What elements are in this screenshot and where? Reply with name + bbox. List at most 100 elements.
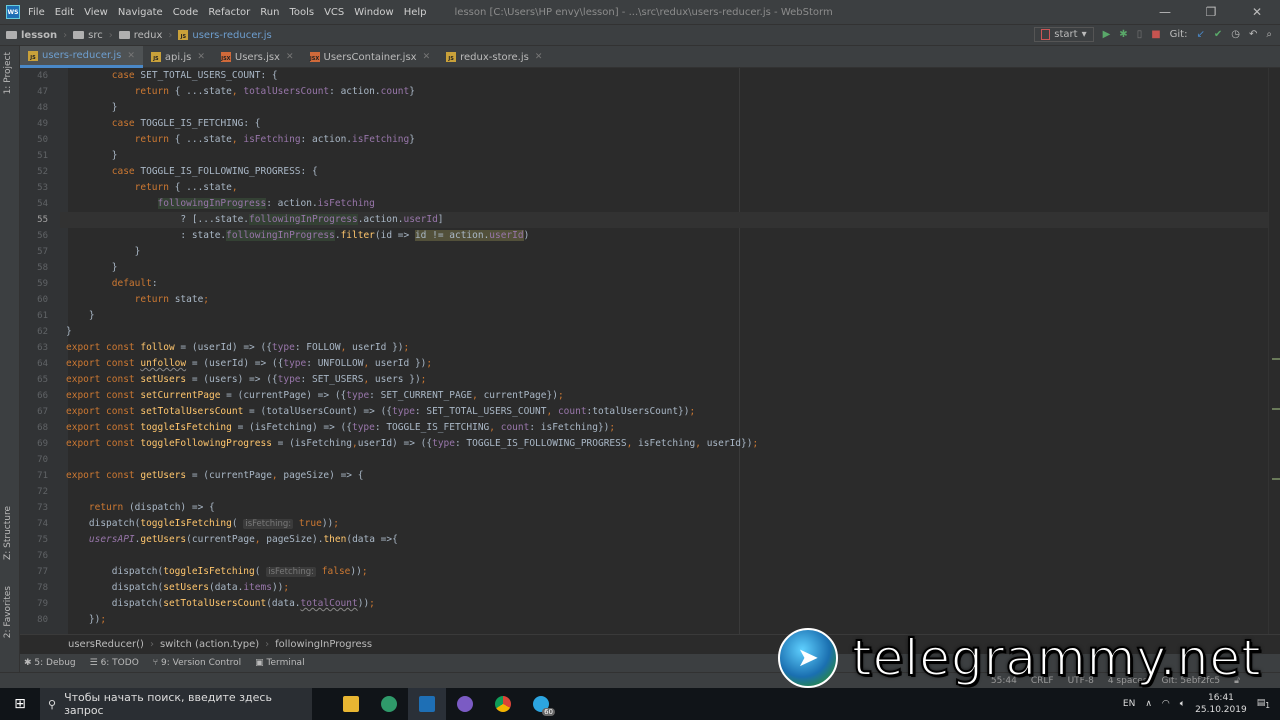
close-tab-icon[interactable]: ✕ bbox=[286, 52, 294, 62]
tab-users-jsx[interactable]: JSX Users.jsx ✕ bbox=[213, 46, 302, 68]
code-token: default bbox=[111, 278, 152, 289]
menu-window[interactable]: Window bbox=[354, 7, 393, 18]
code-editor[interactable]: case SET_TOTAL_USERS_COUNT: { return { .… bbox=[60, 68, 1270, 634]
code-token: ; bbox=[333, 518, 339, 529]
menu-file[interactable]: File bbox=[28, 7, 45, 18]
menu-help[interactable]: Help bbox=[404, 7, 427, 18]
webstorm-taskbar-icon[interactable] bbox=[408, 688, 446, 720]
notification-icon[interactable]: ▤1 bbox=[1257, 698, 1270, 710]
code-token: ; bbox=[689, 406, 696, 417]
line-number: 54 bbox=[37, 199, 48, 209]
menu-navigate[interactable]: Navigate bbox=[118, 7, 163, 18]
favorites-tool-button[interactable]: 2: Favorites bbox=[3, 586, 13, 638]
code-text: case TOGGLE_IS_FOLLOWING_PROGRESS: { bbox=[66, 164, 318, 180]
tab-users-reducer-js[interactable]: JS users-reducer.js ✕ bbox=[20, 46, 143, 68]
git-commit-icon[interactable]: ✔ bbox=[1214, 29, 1222, 40]
unread-badge: 60 bbox=[542, 708, 555, 716]
line-number: 59 bbox=[37, 279, 48, 289]
stop-icon[interactable]: ■ bbox=[1151, 29, 1160, 40]
nav-crumb-lesson[interactable]: lesson bbox=[6, 30, 57, 41]
code-token: ; bbox=[609, 422, 616, 433]
project-tool-button[interactable]: 1: Project bbox=[3, 52, 13, 94]
taskbar-search-input[interactable]: ⚲ Чтобы начать поиск, введите здесь запро… bbox=[40, 688, 312, 720]
run-config-select[interactable]: start ▾ bbox=[1034, 27, 1094, 42]
code-token: (data. bbox=[266, 598, 301, 609]
code-text: dispatch(toggleIsFetching( isFetching: t… bbox=[66, 516, 339, 532]
search-icon[interactable]: ⌕ bbox=[1266, 29, 1272, 40]
clock[interactable]: 16:41 25.10.2019 bbox=[1195, 692, 1247, 716]
close-tab-icon[interactable]: ✕ bbox=[535, 52, 543, 62]
telegram-taskbar-icon[interactable]: 60 bbox=[522, 688, 560, 720]
watermark-text: telegrammy.net bbox=[851, 628, 1262, 688]
nav-crumb-file[interactable]: JS users-reducer.js bbox=[178, 30, 272, 41]
code-token: )) bbox=[321, 518, 334, 529]
tab-redux-store-js[interactable]: JS redux-store.js ✕ bbox=[438, 46, 550, 68]
code-token: toggleIsFetching bbox=[163, 566, 255, 577]
terminal-tool-button[interactable]: ▣ Terminal bbox=[255, 658, 304, 668]
nav-crumb-redux[interactable]: redux bbox=[118, 30, 162, 41]
menu-edit[interactable]: Edit bbox=[55, 7, 74, 18]
line-number: 62 bbox=[37, 327, 48, 337]
code-token: : bbox=[151, 278, 158, 289]
coverage-icon[interactable]: ▯ bbox=[1137, 29, 1143, 40]
close-icon[interactable]: ✕ bbox=[1234, 0, 1280, 24]
code-token: ( bbox=[231, 518, 244, 529]
chevron-up-icon[interactable]: ∧ bbox=[1145, 699, 1152, 709]
nav-crumb-src[interactable]: src bbox=[73, 30, 103, 41]
line-number: 60 bbox=[37, 295, 48, 305]
code-token: , bbox=[363, 358, 375, 369]
revert-icon[interactable]: ↶ bbox=[1249, 29, 1257, 40]
menu-code[interactable]: Code bbox=[173, 7, 199, 18]
minimize-icon[interactable]: — bbox=[1142, 0, 1188, 24]
windows-start-icon[interactable]: ⊞ bbox=[0, 696, 40, 712]
menu-vcs[interactable]: VCS bbox=[324, 7, 344, 18]
editor-scrollbar[interactable] bbox=[1268, 68, 1280, 634]
close-tab-icon[interactable]: ✕ bbox=[127, 51, 135, 61]
code-token: dispatch( bbox=[66, 518, 141, 529]
git-update-icon[interactable]: ↙ bbox=[1196, 29, 1204, 40]
history-icon[interactable]: ◷ bbox=[1231, 29, 1240, 40]
telegram-globe-logo-icon: ➤ bbox=[778, 628, 838, 688]
code-token: ? [...state. bbox=[66, 214, 250, 225]
code-token: : UNFOLLOW bbox=[306, 358, 364, 369]
wifi-icon[interactable]: ◠ bbox=[1162, 699, 1170, 709]
code-token: , bbox=[271, 470, 284, 481]
close-tab-icon[interactable]: ✕ bbox=[197, 52, 205, 62]
debug-icon[interactable]: ✱ bbox=[1119, 29, 1127, 40]
menu-run[interactable]: Run bbox=[260, 7, 279, 18]
code-token: .action. bbox=[357, 214, 404, 225]
explorer-taskbar-icon[interactable] bbox=[332, 688, 370, 720]
code-text: return state; bbox=[66, 292, 209, 308]
debug-tool-button[interactable]: ✱ 5: Debug bbox=[24, 658, 76, 668]
code-text: case SET_TOTAL_USERS_COUNT: { bbox=[66, 68, 278, 84]
chrome-taskbar-icon[interactable] bbox=[484, 688, 522, 720]
restore-icon[interactable]: ❐ bbox=[1188, 0, 1234, 24]
code-token: : action. bbox=[329, 86, 381, 97]
code-token: userId }) bbox=[352, 342, 404, 353]
tab-userscontainer-jsx[interactable]: JSX UsersContainer.jsx ✕ bbox=[302, 46, 439, 68]
menu-view[interactable]: View bbox=[84, 7, 108, 18]
close-tab-icon[interactable]: ✕ bbox=[423, 52, 431, 62]
todo-tool-button[interactable]: ☰ 6: TODO bbox=[90, 658, 139, 668]
version-control-tool-button[interactable]: ⑂ 9: Version Control bbox=[153, 658, 241, 668]
code-token: count bbox=[557, 406, 587, 417]
breadcrumb-function[interactable]: usersReducer() bbox=[68, 639, 144, 650]
language-indicator[interactable]: EN bbox=[1123, 699, 1135, 709]
code-token: }) bbox=[66, 614, 101, 625]
menu-tools[interactable]: Tools bbox=[289, 7, 314, 18]
breadcrumb-property[interactable]: followingInProgress bbox=[275, 639, 372, 650]
run-icon[interactable]: ▶ bbox=[1103, 29, 1111, 40]
code-token: getUsers bbox=[140, 534, 187, 545]
menu-refactor[interactable]: Refactor bbox=[208, 7, 250, 18]
structure-tool-button[interactable]: Z: Structure bbox=[3, 506, 13, 560]
code-token: toggleFollowingProgress bbox=[140, 438, 272, 449]
viber-taskbar-icon[interactable] bbox=[446, 688, 484, 720]
code-text: export const getUsers = (currentPage, pa… bbox=[66, 468, 363, 484]
code-token: dispatch( bbox=[66, 566, 164, 577]
code-token: type bbox=[277, 374, 301, 385]
breadcrumb-switch[interactable]: switch (action.type) bbox=[160, 639, 259, 650]
volume-icon[interactable]: 🔈︎ bbox=[1180, 699, 1185, 709]
tab-api-js[interactable]: JS api.js ✕ bbox=[143, 46, 213, 68]
editor-tabs: JS users-reducer.js ✕ JS api.js ✕ JSX Users.jsx… bbox=[20, 46, 1280, 68]
downloader-taskbar-icon[interactable] bbox=[370, 688, 408, 720]
